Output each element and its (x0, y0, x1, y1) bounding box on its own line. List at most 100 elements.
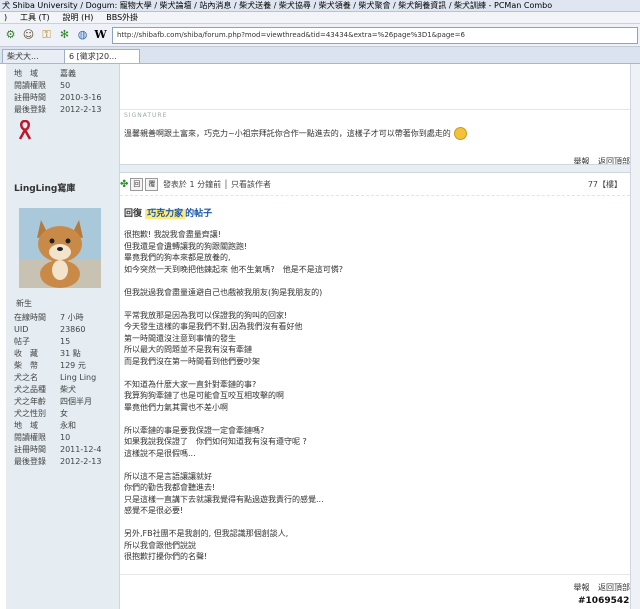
post-text-line: 而是我們沒在第一時間看到他們要吵架 (124, 356, 260, 366)
post-meta-text: 發表於 1 分鐘前 │ 只看該作者 (162, 180, 272, 189)
profile-key: 在線時間 (14, 313, 46, 322)
profile-value: 女 (60, 409, 68, 418)
post-text-line: 第一時間還沒注意到事情的發生 (124, 333, 236, 343)
online-status-icon: ✤ (120, 179, 129, 190)
vertical-scrollbar[interactable] (630, 64, 640, 609)
tab-label: 柴犬大... (7, 52, 39, 61)
profile-value: 2011-12-4 (60, 445, 102, 454)
address-bar[interactable]: http://shibafb.com/shiba/forum.php?mod=v… (112, 27, 638, 44)
quoted-post-link[interactable]: 的帖子 (185, 209, 212, 219)
profile-value: 7 小時 (60, 313, 84, 322)
post-text-line: 所以我會跟他們說說 (124, 540, 196, 550)
post-text-line: 我算狗狗牽鏈了也是可能會互咬互相攻擊的啊 (124, 391, 284, 400)
profile-key: 最後登錄 (14, 457, 46, 466)
post-meta: ✤ 回覆 發表於 1 分鐘前 │ 只看該作者 (120, 178, 271, 192)
gear-icon[interactable]: ⚙ (3, 27, 18, 42)
signature-divider (120, 109, 630, 110)
profile-row: 柴 幣 129 元 (14, 360, 86, 371)
profile-key: UID (14, 325, 29, 334)
profile-row: 閱讀權限 10 (14, 432, 70, 443)
profile-row: 犬之品種 柴犬 (14, 384, 76, 395)
menu-item-help[interactable]: 說明 (H) (63, 13, 94, 22)
profile-row: 註冊時間 2010-3-16 (14, 93, 102, 102)
post-header: ✤ 回覆 發表於 1 分鐘前 │ 只看該作者 77【樓】 (120, 178, 630, 192)
profile-row: 帖子 15 (14, 336, 70, 347)
profile-key: 帖子 (14, 337, 30, 346)
signature-content: 溫馨親善啊跟土富來，巧克力~小祖宗拜託你合作一點進去的，這樣子才可以帶著你到處走… (124, 129, 451, 138)
post-text-line: 另外,FB社團不是我創的, 但我認識那個創談人, (124, 529, 289, 538)
post-text-line: 只是這樣一直講下去就讓我覺得有點過遊我責行的感覺... (124, 494, 324, 504)
signature-label: SIGNATURE (124, 112, 168, 119)
reply-to-line: 回復 巧克力家 的帖子 (124, 206, 212, 219)
profile-row: 犬之名 Ling Ling (14, 372, 96, 383)
post-text-line: 但我還是會遺轉讓我的狗跟關跑跑! (124, 241, 248, 251)
post-text-line: 如果我說我保證了 你們如何知道我有沒有遵守呢 ? (124, 437, 307, 446)
profile-row: 收 藏 31 點 (14, 348, 81, 359)
profile-key: 註冊時間 (14, 445, 46, 454)
menu-item-tools[interactable]: 工具 (T) (20, 13, 50, 22)
menu-bar: ) 工具 (T) 說明 (H) BBS外掛 (0, 12, 640, 24)
post-author-name[interactable]: LingLing寫庫 (14, 181, 75, 194)
profile-value: 23860 (60, 325, 86, 334)
post-separator (120, 164, 640, 173)
profile-row: 地 域 永和 (14, 420, 76, 431)
menu-item-0[interactable]: ) (4, 13, 7, 22)
profile-row: 在線時間 7 小時 (14, 312, 84, 323)
quoted-user-link[interactable]: 巧克力家 (145, 209, 186, 219)
globe-icon[interactable]: ◍ (75, 27, 90, 42)
avatar[interactable] (19, 208, 101, 288)
profile-value: 129 元 (60, 361, 86, 370)
window-titlebar: 犬 Shiba University / Dogum: 寵物大學 / 柴犬論壇 … (0, 0, 640, 12)
profile-value: 15 (60, 337, 71, 346)
quote-button[interactable]: 覆 (145, 178, 159, 191)
window-title: 犬 Shiba University / Dogum: 寵物大學 / 柴犬論壇 … (2, 1, 553, 10)
floor-number: 77【樓】 (587, 180, 622, 189)
post-text-line: 畢竟我們的狗本來都是放養的, (124, 253, 231, 262)
lock-icon[interactable]: ⚿ (39, 27, 54, 42)
post-text-line: 你們的勸告我都會聽進去! (124, 483, 216, 492)
profile-value: 10 (60, 433, 71, 442)
profile-row: 註冊時間 2011-12-4 (14, 444, 101, 455)
profile-value: 永和 (60, 421, 76, 430)
toolbar: ⚙ ☺ ⚿ ✻ ◍ W http://shibafb.com/shiba/for… (0, 24, 640, 47)
post-text-line: 畢竟他們力氣其實也不差小啊 (124, 402, 228, 412)
reply-prefix: 回復 (124, 209, 143, 219)
post-text-line: 但我說過我會盡量遠避自己也戲被我朋友(狗是我朋友的) (124, 287, 323, 297)
tab-shiba[interactable]: 柴犬大... (2, 49, 68, 63)
author-column: 地 域嘉義 閱讀權限 50 註冊時間 2010-3-16 最後登錄 2012-2-13… (6, 64, 120, 609)
profile-key: 犬之性別 (14, 409, 46, 418)
profile-key: 犬之年齡 (14, 397, 46, 406)
post-text-line: 不知道為什麼大家一直針對牽鏈的事? (124, 379, 257, 389)
profile-row: 地 域嘉義 (14, 69, 76, 78)
profile-row: 閱讀權限 50 (14, 81, 71, 90)
profile-value: 2012-2-13 (60, 457, 102, 466)
reply-button[interactable]: 回 (130, 178, 144, 191)
back-to-top-link[interactable]: 返回頂部 (598, 583, 630, 592)
profile-row: UID 23860 (14, 324, 85, 335)
profile-key: 收 藏 (14, 349, 38, 358)
post-actions: 舉報 返回頂部 (567, 582, 630, 593)
profile-row: 最後登錄 2012-2-13 (14, 105, 102, 114)
post-footer-divider (120, 574, 630, 575)
dog-avatar-image (19, 208, 101, 288)
address-url: http://shibafb.com/shiba/forum.php?mod=v… (117, 31, 465, 39)
person-icon[interactable]: ☺ (21, 27, 36, 42)
awareness-ribbon-icon (18, 120, 32, 140)
post-text-line: 很抱歉! 我說我會盡量齊讓! (124, 230, 221, 239)
menu-item-bbs-plugin[interactable]: BBS外掛 (106, 13, 138, 22)
report-link[interactable]: 舉報 (573, 583, 589, 592)
signature-text: 溫馨親善啊跟土富來，巧克力~小祖宗拜託你合作一點進去的，這樣子才可以帶著你到處走… (124, 127, 467, 140)
wikipedia-icon[interactable]: W (93, 27, 108, 42)
puzzle-icon[interactable]: ✻ (57, 27, 72, 42)
user-rank: 新生 (16, 299, 32, 308)
profile-value: Ling Ling (60, 373, 97, 382)
tab-bar: 柴犬大... 6 [徵求]20... (0, 47, 640, 64)
page-content: 地 域嘉義 閱讀權限 50 註冊時間 2010-3-16 最後登錄 2012-2-13… (0, 64, 640, 609)
post-text-line: 今天發生這樣的事是我們不對,因為我們沒有看好他 (124, 322, 303, 331)
post-text-line: 這樣說不是很假嗎... (124, 448, 196, 458)
watermark: #1069542 (578, 596, 630, 606)
profile-key: 犬之品種 (14, 385, 46, 394)
tab-thread[interactable]: 6 [徵求]20... (64, 49, 140, 63)
post-text-line: 所以最大的問題並不是我有沒有牽鏈 (124, 345, 252, 354)
post-text-line: 平常我放那是因為我可以保證我的狗叫的回家! (124, 310, 288, 320)
